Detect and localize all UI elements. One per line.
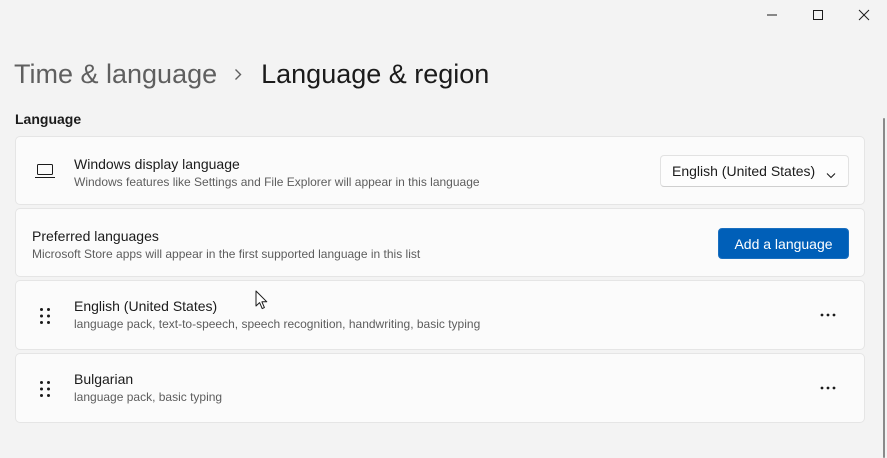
- breadcrumb-parent-link[interactable]: Time & language: [14, 59, 217, 90]
- minimize-button[interactable]: [749, 0, 795, 30]
- mouse-pointer-icon: [255, 290, 268, 315]
- close-icon: [858, 9, 870, 21]
- laptop-icon: [35, 164, 55, 184]
- display-language-description: Windows features like Settings and File …: [74, 175, 480, 189]
- breadcrumb: Time & language Language & region: [14, 56, 489, 92]
- display-language-dropdown[interactable]: English (United States): [660, 155, 849, 187]
- maximize-icon: [813, 10, 823, 20]
- drag-handle-icon[interactable]: [38, 380, 52, 398]
- language-row[interactable]: English (United States) language pack, t…: [15, 280, 865, 350]
- display-language-title: Windows display language: [74, 156, 240, 172]
- language-name: English (United States): [74, 298, 218, 314]
- language-row[interactable]: Bulgarian language pack, basic typing: [15, 353, 865, 423]
- preferred-languages-title: Preferred languages: [32, 228, 159, 244]
- vertical-scrollbar[interactable]: [883, 118, 885, 458]
- more-options-icon[interactable]: [816, 376, 840, 400]
- close-button[interactable]: [841, 0, 887, 30]
- display-language-selected: English (United States): [672, 163, 816, 179]
- display-language-card: Windows display language Windows feature…: [15, 136, 865, 205]
- language-features: language pack, basic typing: [74, 390, 223, 404]
- more-options-icon[interactable]: [816, 303, 840, 327]
- section-heading-language: Language: [15, 111, 82, 127]
- language-features: language pack, text-to-speech, speech re…: [74, 317, 481, 331]
- chevron-down-icon: [826, 166, 836, 182]
- language-name: Bulgarian: [74, 371, 134, 387]
- page-title: Language & region: [261, 58, 490, 89]
- add-language-button[interactable]: Add a language: [718, 228, 849, 259]
- minimize-icon: [767, 14, 777, 16]
- window-controls: [749, 0, 887, 30]
- maximize-button[interactable]: [795, 0, 841, 30]
- preferred-languages-description: Microsoft Store apps will appear in the …: [32, 247, 421, 261]
- preferred-languages-card: Preferred languages Microsoft Store apps…: [15, 208, 865, 277]
- chevron-right-icon: [234, 68, 242, 81]
- drag-handle-icon[interactable]: [38, 307, 52, 325]
